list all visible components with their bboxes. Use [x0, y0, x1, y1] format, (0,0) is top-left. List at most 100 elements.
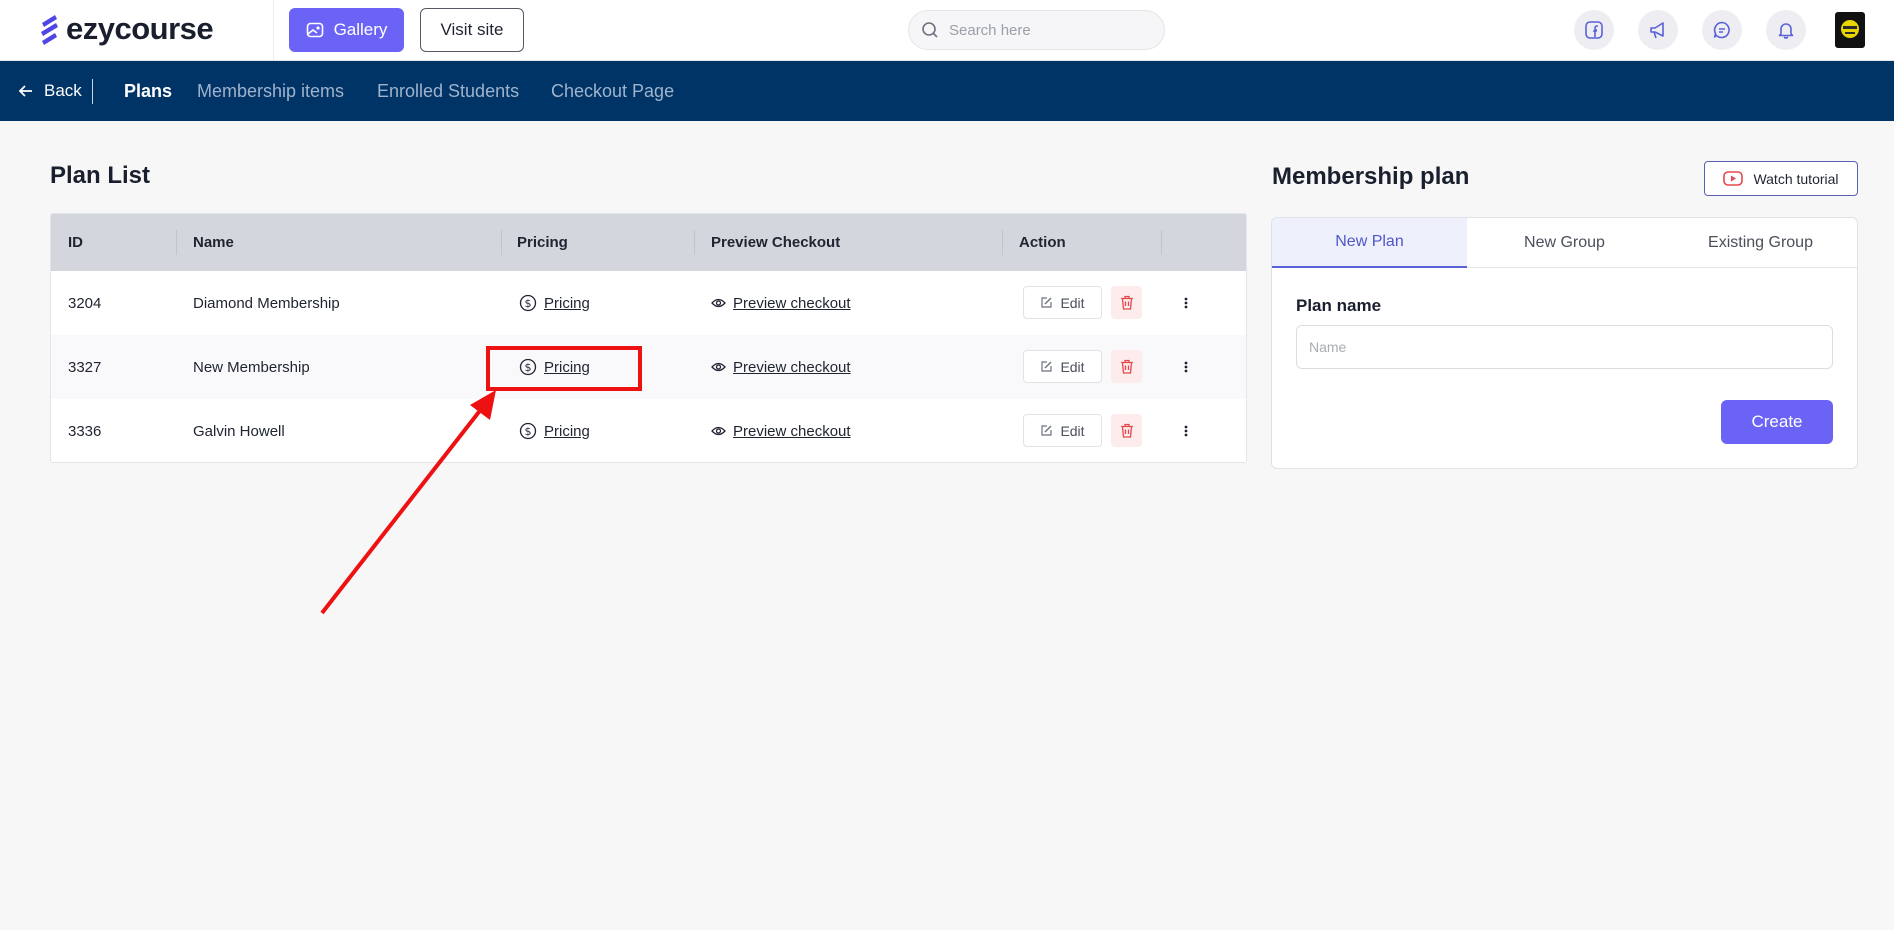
nav-divider [92, 79, 93, 104]
visit-site-button[interactable]: Visit site [420, 8, 524, 52]
column-header-name: Name [193, 234, 234, 251]
pricing-link[interactable]: $ Pricing [519, 422, 590, 440]
avatar-image-icon [1841, 20, 1859, 38]
tab-membership-items[interactable]: Membership items [197, 61, 344, 121]
svg-text:$: $ [525, 297, 532, 310]
pencil-icon [1041, 361, 1053, 372]
preview-checkout-label: Preview checkout [733, 358, 851, 376]
more-options-button[interactable] [1176, 414, 1196, 447]
facebook-button[interactable] [1574, 10, 1614, 50]
notifications-button[interactable] [1766, 10, 1806, 50]
create-button[interactable]: Create [1721, 400, 1833, 444]
tab-new-plan[interactable]: New Plan [1272, 218, 1467, 268]
plan-list-title: Plan List [50, 162, 151, 189]
preview-checkout-label: Preview checkout [733, 294, 851, 312]
delete-button[interactable] [1111, 286, 1142, 319]
tab-checkout-page[interactable]: Checkout Page [551, 61, 674, 121]
search-icon [922, 22, 938, 38]
gallery-icon [306, 22, 323, 38]
announcements-button[interactable] [1638, 10, 1678, 50]
tab-new-group[interactable]: New Group [1467, 218, 1662, 268]
column-header-action: Action [1019, 234, 1066, 251]
preview-checkout-link[interactable]: Preview checkout [711, 295, 851, 312]
delete-button[interactable] [1111, 350, 1142, 383]
pricing-link-label: Pricing [544, 294, 590, 312]
preview-checkout-link[interactable]: Preview checkout [711, 423, 851, 440]
column-divider [1161, 230, 1162, 255]
delete-button[interactable] [1111, 414, 1142, 447]
trash-icon [1120, 359, 1133, 374]
table-row: 3327 New Membership $ Pricing Preview ch… [51, 335, 1246, 399]
dollar-circle-icon: $ [519, 422, 537, 440]
eye-icon [711, 362, 726, 372]
back-button[interactable]: Back [18, 61, 82, 121]
column-divider [694, 230, 695, 255]
back-label: Back [44, 81, 82, 100]
column-divider [501, 230, 502, 255]
avatar[interactable] [1835, 12, 1865, 48]
column-divider [176, 230, 177, 255]
edit-label: Edit [1060, 422, 1085, 439]
top-bar: ezycourse Gallery Visit site Search here [0, 0, 1894, 61]
row-name: New Membership [193, 358, 310, 376]
pencil-icon [1041, 425, 1053, 436]
column-header-pricing: Pricing [517, 234, 568, 251]
svg-text:$: $ [525, 425, 532, 438]
tab-plans[interactable]: Plans [124, 61, 172, 121]
vertical-dots-icon [1184, 297, 1188, 308]
highlight-box-annotation [486, 346, 642, 391]
trash-icon [1120, 295, 1133, 310]
row-id: 3327 [68, 358, 102, 376]
tab-existing-group[interactable]: Existing Group [1662, 218, 1857, 268]
row-id: 3336 [68, 422, 102, 440]
sub-navigation: Back Plans Membership items Enrolled Stu… [0, 61, 1894, 121]
search-input[interactable]: Search here [949, 22, 1031, 39]
search-box[interactable]: Search here [908, 10, 1165, 50]
plan-table: ID Name Pricing Preview Checkout Action … [50, 213, 1247, 463]
edit-button[interactable]: Edit [1023, 350, 1102, 383]
facebook-icon [1585, 21, 1603, 39]
megaphone-icon [1650, 22, 1664, 39]
logo-text: ezycourse [66, 11, 214, 46]
eye-icon [711, 426, 726, 436]
eye-icon [711, 298, 726, 308]
watch-tutorial-label: Watch tutorial [1753, 170, 1839, 187]
table-row: 3336 Galvin Howell $ Pricing Preview che… [51, 399, 1246, 462]
tab-enrolled-students[interactable]: Enrolled Students [377, 61, 519, 121]
chat-icon [1713, 21, 1730, 39]
dollar-circle-icon: $ [519, 294, 537, 312]
table-row: 3204 Diamond Membership $ Pricing Previe… [51, 271, 1246, 335]
trash-icon [1120, 423, 1133, 438]
pencil-icon [1041, 297, 1053, 308]
row-name: Galvin Howell [193, 422, 285, 440]
pricing-link[interactable]: $ Pricing [519, 294, 590, 312]
gallery-button[interactable]: Gallery [289, 8, 404, 52]
edit-button[interactable]: Edit [1023, 414, 1102, 447]
column-header-id: ID [68, 234, 83, 251]
pricing-link-label: Pricing [544, 422, 590, 440]
messages-button[interactable] [1702, 10, 1742, 50]
header-divider [273, 0, 274, 61]
plan-name-label: Plan name [1296, 296, 1382, 315]
vertical-dots-icon [1184, 361, 1188, 372]
row-id: 3204 [68, 294, 102, 312]
membership-plan-panel: New Plan New Group Existing Group Plan n… [1271, 217, 1858, 469]
row-name: Diamond Membership [193, 294, 340, 312]
column-divider [1002, 230, 1003, 255]
arrow-left-icon [18, 85, 32, 97]
gallery-label: Gallery [333, 20, 388, 39]
ezycourse-logo-icon [41, 15, 58, 45]
membership-plan-title: Membership plan [1272, 163, 1470, 190]
table-header: ID Name Pricing Preview Checkout Action [51, 214, 1246, 271]
vertical-dots-icon [1184, 425, 1188, 436]
edit-button[interactable]: Edit [1023, 286, 1102, 319]
youtube-icon [1723, 171, 1744, 186]
watch-tutorial-button[interactable]: Watch tutorial [1704, 161, 1858, 196]
logo[interactable]: ezycourse [38, 11, 214, 46]
more-options-button[interactable] [1176, 286, 1196, 319]
preview-checkout-label: Preview checkout [733, 422, 851, 440]
column-header-preview-checkout: Preview Checkout [711, 234, 841, 251]
preview-checkout-link[interactable]: Preview checkout [711, 359, 851, 376]
plan-name-input[interactable] [1296, 325, 1833, 369]
more-options-button[interactable] [1176, 350, 1196, 383]
